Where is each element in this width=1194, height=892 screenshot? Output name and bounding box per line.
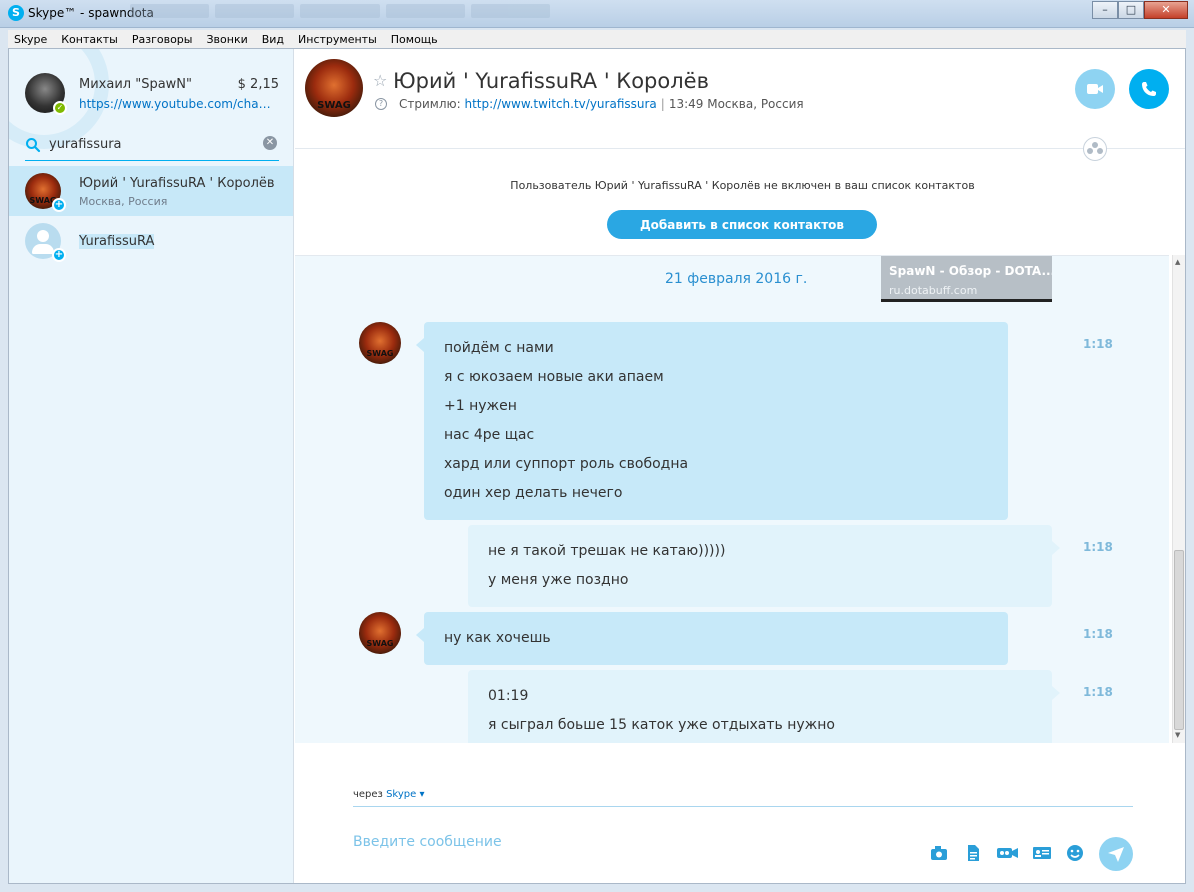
message-input[interactable] <box>353 829 913 855</box>
conversation-pane: SWAG ☆ Юрий ' YurafissuRA ' Королёв ? Ст… <box>295 49 1185 883</box>
send-photo-icon[interactable] <box>929 843 949 863</box>
menu-tools[interactable]: Инструменты <box>298 33 377 46</box>
via-service[interactable]: Skype <box>386 789 416 800</box>
scroll-up-icon[interactable]: ▲ <box>1175 258 1180 266</box>
scroll-thumb[interactable] <box>1174 550 1184 730</box>
send-contact-icon[interactable] <box>1031 843 1053 863</box>
avatar-swag-text: SWAG <box>366 349 394 358</box>
menu-contacts[interactable]: Контакты <box>61 33 118 46</box>
compose-divider <box>353 806 1133 807</box>
avatar-swag-text: SWAG <box>317 100 351 111</box>
message-line: один хер делать нечего <box>444 485 623 501</box>
question-icon: ? <box>375 98 387 110</box>
online-status-icon[interactable]: ✓ <box>53 101 67 115</box>
message-bubble[interactable]: пойдём с нами я с юкозаем новые аки апае… <box>416 322 1008 520</box>
message-sender-avatar[interactable]: SWAG <box>359 322 401 364</box>
minimize-button[interactable]: – <box>1092 1 1118 19</box>
profile-name[interactable]: Михаил "SpawN" <box>79 77 192 92</box>
message-time: 1:18 <box>1083 337 1113 351</box>
video-camera-icon <box>1087 84 1103 94</box>
profile-mood[interactable]: https://www.youtube.com/channel/... <box>79 97 274 111</box>
message-line: хард или суппорт роль свободна <box>444 456 689 472</box>
message-time: 1:18 <box>1083 627 1113 641</box>
message-line: пойдём с нами <box>444 340 554 356</box>
search-result-item[interactable]: SWAG + Юрий ' YurafissuRA ' Королёв Моск… <box>9 166 293 216</box>
contact-local-info: 13:49 Москва, Россия <box>668 97 804 111</box>
search-result-item[interactable]: + YurafissuRA <box>9 216 293 266</box>
result-location: Москва, Россия <box>79 195 168 208</box>
search-box: ✕ <box>25 129 279 161</box>
message-bubble[interactable]: ну как хочешь <box>416 612 1008 665</box>
close-button[interactable]: ✕ <box>1144 1 1188 19</box>
message-line: 01:19 <box>488 688 529 704</box>
send-via-selector[interactable]: через Skype ▾ <box>353 789 424 800</box>
clear-search-icon[interactable]: ✕ <box>263 136 277 150</box>
favorite-star-icon[interactable]: ☆ <box>373 71 387 90</box>
emoticon-icon[interactable] <box>1065 843 1085 863</box>
message-line: я с юкозаем новые аки апаем <box>444 369 664 385</box>
message-time: 1:18 <box>1083 685 1113 699</box>
mood-prefix: Стримлю: <box>399 97 461 111</box>
video-message-icon[interactable] <box>995 843 1021 863</box>
contact-name[interactable]: Юрий ' YurafissuRA ' Королёв <box>393 69 709 93</box>
add-contact-badge-icon: + <box>52 198 66 212</box>
mood-link[interactable]: http://www.twitch.tv/yurafissura <box>464 97 656 111</box>
menu-bar: Skype Контакты Разговоры Звонки Вид Инст… <box>8 30 1186 48</box>
message-line: я сыграл боьше 15 каток уже отдыхать нуж… <box>488 717 835 733</box>
not-in-contacts-notice: Пользователь Юрий ' YurafissuRA ' Королё… <box>510 179 975 192</box>
menu-help[interactable]: Помощь <box>391 33 438 46</box>
search-input[interactable] <box>49 132 259 156</box>
chevron-down-icon[interactable]: ▾ <box>416 789 424 800</box>
result-name: Юрий ' YurafissuRA ' Королёв <box>79 176 275 191</box>
message-bubble[interactable]: 01:19 я сыграл боьше 15 каток уже отдыха… <box>468 670 1060 743</box>
skype-app: ✓ Михаил "SpawN" $ 2,15 https://www.yout… <box>8 48 1186 884</box>
send-button[interactable] <box>1099 837 1133 871</box>
skype-logo-icon: S <box>8 5 24 21</box>
scroll-down-icon[interactable]: ▼ <box>1175 731 1180 739</box>
send-arrow-icon <box>1108 847 1124 862</box>
message-line: ну как хочешь <box>444 630 551 646</box>
add-contact-badge-icon: + <box>52 248 66 262</box>
add-to-contacts-button[interactable]: Добавить в список контактов <box>607 210 877 239</box>
result-name: YurafissuRA <box>79 234 155 249</box>
video-call-button[interactable] <box>1075 69 1115 109</box>
background-taskbar-ghost <box>130 4 551 22</box>
message-line: нас 4ре щас <box>444 427 535 443</box>
menu-conversations[interactable]: Разговоры <box>132 33 193 46</box>
audio-call-button[interactable] <box>1129 69 1169 109</box>
menu-view[interactable]: Вид <box>262 33 284 46</box>
link-preview-source: ru.dotabuff.com <box>889 284 978 297</box>
message-sender-avatar[interactable]: SWAG <box>359 612 401 654</box>
link-preview-card[interactable]: SpawN - Обзор - DOTA... ru.dotabuff.com <box>881 256 1052 302</box>
profile-credit[interactable]: $ 2,15 <box>238 77 279 92</box>
contact-mood: Стримлю: http://www.twitch.tv/yurafissur… <box>399 97 804 111</box>
send-file-icon[interactable] <box>963 843 983 863</box>
message-time: 1:18 <box>1083 540 1113 554</box>
people-icon <box>1087 142 1103 154</box>
link-preview-title: SpawN - Обзор - DOTA... <box>889 264 1052 278</box>
window-controls: – □ ✕ <box>1092 1 1188 19</box>
menu-calls[interactable]: Звонки <box>206 33 247 46</box>
message-bubble[interactable]: не я такой трешак не катаю))))) у меня у… <box>468 525 1060 607</box>
menu-skype[interactable]: Skype <box>14 33 47 46</box>
search-icon <box>26 138 41 153</box>
share-contact-icon[interactable] <box>1083 137 1107 161</box>
message-scrollbar[interactable]: ▲ ▼ <box>1172 255 1185 743</box>
phone-icon <box>1142 82 1156 96</box>
maximize-button[interactable]: □ <box>1118 1 1144 19</box>
conversation-header: SWAG ☆ Юрий ' YurafissuRA ' Королёв ? Ст… <box>295 49 1185 149</box>
sidebar: ✓ Михаил "SpawN" $ 2,15 https://www.yout… <box>9 49 294 883</box>
message-line: не я такой трешак не катаю))))) <box>488 543 726 559</box>
message-line: +1 нужен <box>444 398 517 414</box>
date-separator: 21 февраля 2016 г. <box>665 271 808 287</box>
contact-header-avatar[interactable]: SWAG <box>305 59 363 117</box>
avatar-swag-text: SWAG <box>366 639 394 648</box>
message-list: 21 февраля 2016 г. SpawN - Обзор - DOTA.… <box>295 255 1169 743</box>
message-line: у меня уже поздно <box>488 572 629 588</box>
via-prefix: через <box>353 789 383 800</box>
window-titlebar: S Skype™ - spawndota – □ ✕ <box>0 0 1194 28</box>
